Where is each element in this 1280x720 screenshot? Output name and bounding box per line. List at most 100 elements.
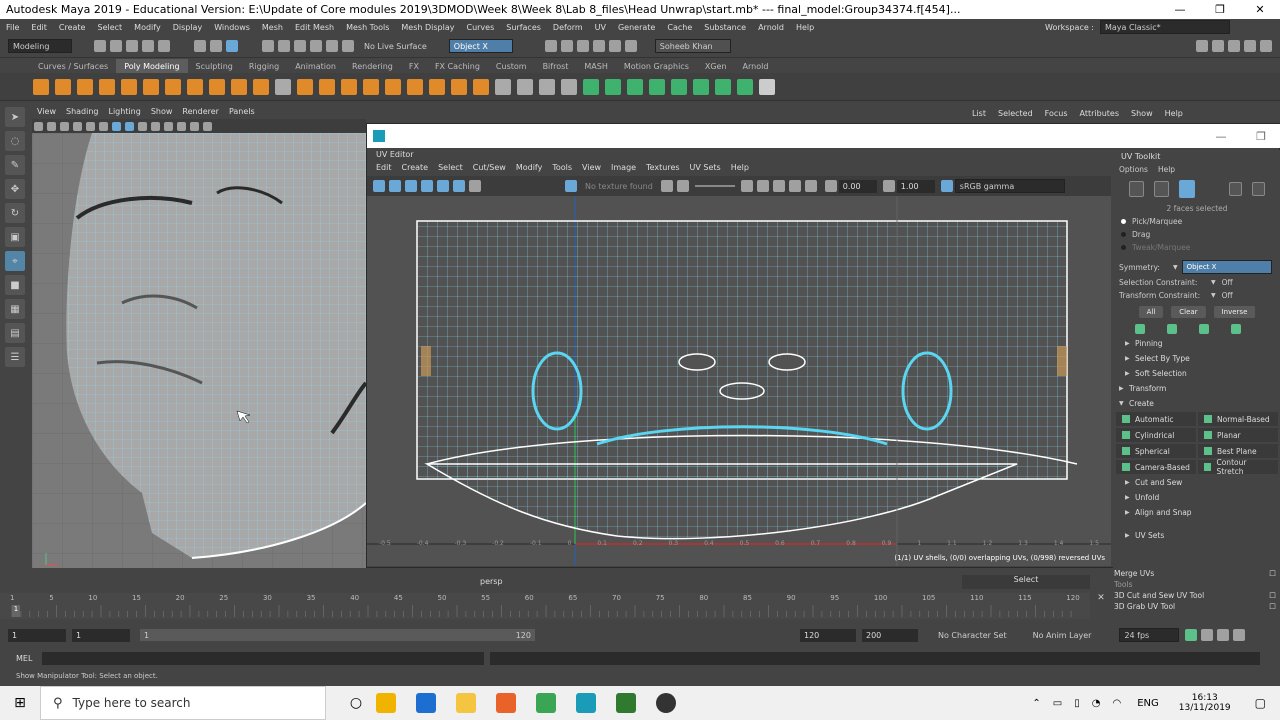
select-component-icon[interactable]	[226, 40, 238, 52]
menu-mesh-display[interactable]: Mesh Display	[395, 23, 460, 32]
shelf-tab-sculpting[interactable]: Sculpting	[188, 59, 241, 73]
boolean-intersect-icon[interactable]	[407, 78, 423, 95]
uv-maximize-button[interactable]: ❐	[1241, 130, 1280, 143]
uv-menu-cut-sew[interactable]: Cut/Sew	[468, 163, 511, 172]
merge-icon[interactable]	[693, 78, 709, 95]
uv-menu-view[interactable]: View	[577, 163, 606, 172]
menu-modify[interactable]: Modify	[128, 23, 167, 32]
sculpt-icon[interactable]	[275, 78, 291, 95]
viewport-menu-lighting[interactable]: Lighting	[103, 107, 145, 116]
tool-settings-icon[interactable]	[1244, 40, 1256, 52]
file-explorer-icon[interactable]	[456, 693, 476, 713]
poly-cone-icon[interactable]	[99, 78, 115, 95]
attribute-editor-icon[interactable]	[1228, 40, 1240, 52]
shelf-tab-curves-surfaces[interactable]: Curves / Surfaces	[30, 59, 116, 73]
anim-layer-label[interactable]: No Anim Layer	[1033, 631, 1092, 640]
select-hierarchy-icon[interactable]	[194, 40, 206, 52]
uv-minimize-button[interactable]: —	[1201, 130, 1241, 143]
range-slider[interactable]: 1 120	[140, 629, 535, 641]
uv-menu-modify[interactable]: Modify	[511, 163, 548, 172]
grab-uv-option-icon[interactable]: ☐	[1269, 602, 1276, 611]
shadows-icon[interactable]	[164, 121, 173, 131]
multi-cut-icon[interactable]	[495, 78, 511, 95]
chrome-icon[interactable]	[536, 693, 556, 713]
firefox-icon[interactable]	[496, 693, 516, 713]
shelf-tab-custom[interactable]: Custom	[488, 59, 535, 73]
shelf-tab-fx-caching[interactable]: FX Caching	[427, 59, 488, 73]
uv-grid-icon[interactable]	[437, 180, 449, 192]
tray-arrow-icon[interactable]: ⌃	[1032, 698, 1040, 709]
menu-create[interactable]: Create	[53, 23, 92, 32]
uv-menu-image[interactable]: Image	[606, 163, 641, 172]
grow-selection-icon[interactable]	[1135, 324, 1145, 334]
smooth-shade-icon[interactable]	[125, 121, 134, 131]
fps-dropdown[interactable]: 24 fps	[1119, 628, 1180, 642]
select-object-icon[interactable]	[210, 40, 222, 52]
transform-constraint-arrow[interactable]: ▼	[1211, 292, 1216, 299]
shelf-tab-bifrost[interactable]: Bifrost	[535, 59, 577, 73]
single-perspective-icon[interactable]: ■	[5, 275, 25, 295]
colorspace-dropdown[interactable]: sRGB gamma	[954, 179, 1065, 193]
cut-and-sew-tool-item[interactable]: 3D Cut and Sew UV Tool	[1114, 591, 1204, 600]
attr-menu-show[interactable]: Show	[1125, 109, 1159, 118]
select-all-button[interactable]: All	[1138, 306, 1164, 318]
snap-point-icon[interactable]	[294, 40, 306, 52]
layout-icon[interactable]	[1260, 40, 1272, 52]
menu-uv[interactable]: UV	[589, 23, 612, 32]
grid-toggle-icon[interactable]	[86, 121, 95, 131]
toolkit-symmetry-dropdown[interactable]: Object X	[1181, 260, 1272, 274]
planar-projection-button[interactable]: Planar	[1198, 428, 1278, 442]
display-image-icon[interactable]	[565, 180, 577, 192]
mel-label[interactable]: MEL	[16, 654, 32, 663]
shelf-tab-rendering[interactable]: Rendering	[344, 59, 401, 73]
shrink-selection-icon[interactable]	[1167, 324, 1177, 334]
frame-selected-icon[interactable]	[756, 180, 769, 192]
viewport-menu-renderer[interactable]: Renderer	[177, 107, 224, 116]
poly-cylinder-icon[interactable]	[77, 78, 93, 95]
four-view-icon[interactable]: ▦	[5, 299, 25, 319]
battery-icon[interactable]: ▯	[1074, 698, 1080, 709]
transform-constraint-value[interactable]: Off	[1222, 291, 1233, 300]
move-tool-icon[interactable]: ✥	[5, 179, 25, 199]
symmetry-dropdown[interactable]: Object X	[448, 39, 513, 53]
task-view-icon[interactable]: ○	[346, 695, 366, 711]
playback-start-field[interactable]: 1	[72, 628, 130, 642]
menu-file[interactable]: File	[0, 23, 25, 32]
lights-icon[interactable]	[151, 121, 160, 131]
fill-hole-icon[interactable]	[671, 78, 687, 95]
manipulator-tool-icon[interactable]: ⌖	[5, 251, 25, 271]
poly-plane-icon[interactable]	[143, 78, 159, 95]
edge-mode-icon[interactable]	[1153, 181, 1169, 197]
current-frame-marker[interactable]: 1	[12, 605, 20, 617]
section-uv-sets[interactable]: UV Sets	[1135, 531, 1164, 540]
connect-icon[interactable]	[539, 78, 555, 95]
menu-edit-mesh[interactable]: Edit Mesh	[289, 23, 340, 32]
smooth-icon[interactable]	[429, 78, 445, 95]
new-scene-icon[interactable]	[94, 40, 106, 52]
uv-select-icon[interactable]	[389, 180, 401, 192]
uv-shell-mode-icon[interactable]	[1252, 182, 1265, 196]
append-icon[interactable]	[649, 78, 665, 95]
gamma-icon[interactable]	[882, 180, 895, 192]
scale-tool-icon[interactable]: ▣	[5, 227, 25, 247]
attr-menu-selected[interactable]: Selected	[992, 109, 1039, 118]
auto-key-icon[interactable]	[1185, 629, 1198, 641]
image-dim-slider[interactable]	[694, 185, 735, 187]
clock[interactable]: 16:13 13/11/2019	[1179, 693, 1231, 713]
distortion-icon[interactable]	[804, 180, 817, 192]
network-icon[interactable]: ▭	[1053, 698, 1062, 709]
exposure-reset-icon[interactable]	[824, 180, 837, 192]
section-soft-selection[interactable]: Soft Selection	[1135, 369, 1187, 378]
cylindrical-projection-button[interactable]: Cylindrical	[1116, 428, 1196, 442]
attr-menu-focus[interactable]: Focus	[1039, 109, 1074, 118]
extrude-icon[interactable]	[583, 78, 599, 95]
face-mode-icon[interactable]	[1178, 180, 1195, 198]
menu-arnold[interactable]: Arnold	[752, 23, 790, 32]
close-button[interactable]: ✕	[1240, 3, 1280, 16]
pick-marquee-radio[interactable]	[1121, 219, 1126, 224]
target-weld-icon[interactable]	[517, 78, 533, 95]
menu-cache[interactable]: Cache	[661, 23, 698, 32]
frame-all-icon[interactable]	[740, 180, 753, 192]
rotate-tool-icon[interactable]: ↻	[5, 203, 25, 223]
uv-menu-create[interactable]: Create	[397, 163, 434, 172]
